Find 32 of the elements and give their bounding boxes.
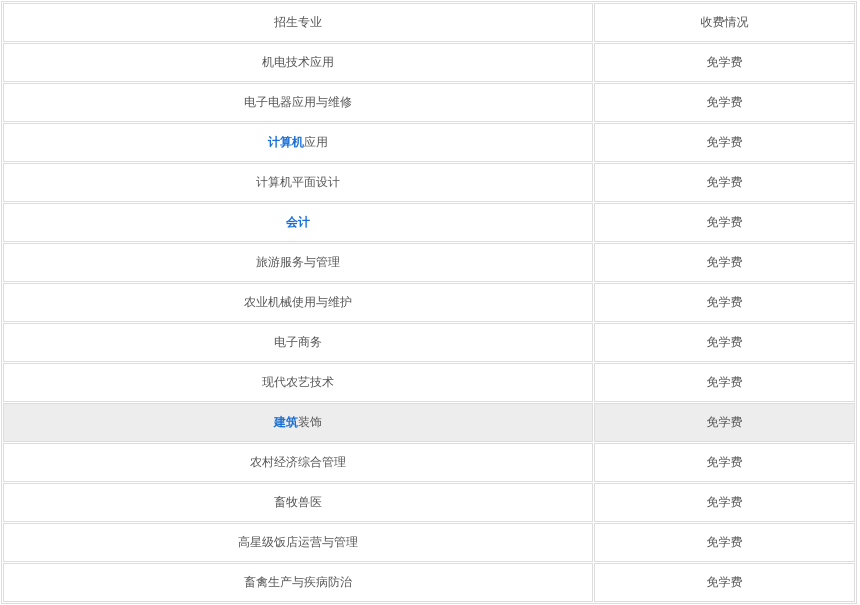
program-name: 计算机平面设计 [256, 175, 340, 189]
program-name: 畜禽生产与疾病防治 [244, 575, 352, 589]
program-name: 电子商务 [274, 335, 322, 349]
table-cell: 免学费 [594, 43, 855, 82]
program-name: 农业机械使用与维护 [244, 295, 352, 309]
table-cell: 免学费 [594, 203, 855, 242]
table-cell: 免学费 [594, 563, 855, 602]
program-name: 农村经济综合管理 [250, 455, 346, 469]
table-cell: 免学费 [594, 523, 855, 562]
program-name: 电子电器应用与维修 [244, 95, 352, 109]
program-link[interactable]: 建筑 [274, 415, 298, 429]
table-cell: 免学费 [594, 403, 855, 442]
table-cell: 免学费 [594, 443, 855, 482]
table-cell: 免学费 [594, 243, 855, 282]
column-header: 收费情况 [594, 3, 855, 42]
table-cell: 免学费 [594, 283, 855, 322]
program-name: 畜牧兽医 [274, 495, 322, 509]
program-name: 应用 [304, 135, 328, 149]
program-name: 机电技术应用 [262, 55, 334, 69]
program-name: 旅游服务与管理 [256, 255, 340, 269]
program-link[interactable]: 计算机 [268, 135, 304, 149]
table-cell: 免学费 [594, 483, 855, 522]
program-link[interactable]: 会计 [286, 215, 310, 229]
table-cell: 免学费 [594, 323, 855, 362]
table-cell: 免学费 [594, 123, 855, 162]
program-name: 装饰 [298, 415, 322, 429]
table-cell: 免学费 [594, 363, 855, 402]
column-header: 招生专业 [3, 3, 593, 42]
program-name: 高星级饭店运营与管理 [238, 535, 358, 549]
program-name: 现代农艺技术 [262, 375, 334, 389]
table-cell: 免学费 [594, 163, 855, 202]
table-cell: 免学费 [594, 83, 855, 122]
